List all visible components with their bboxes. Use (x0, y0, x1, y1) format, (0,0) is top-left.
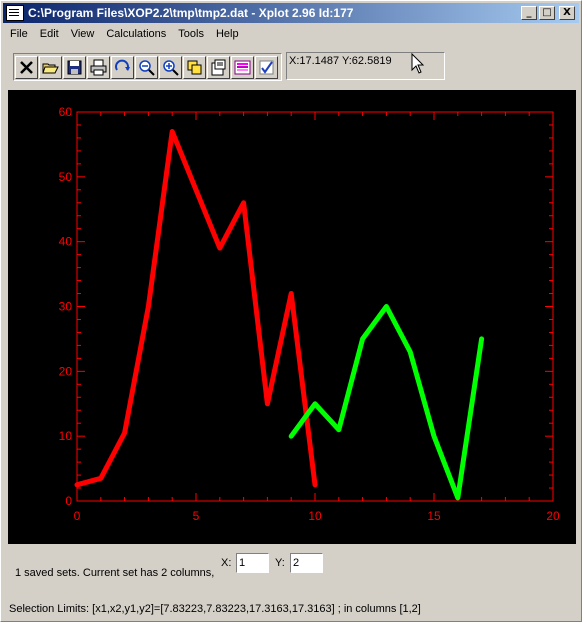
minimize-button[interactable]: _ (521, 6, 537, 20)
x-tick-label: 10 (308, 509, 322, 523)
menu-file[interactable]: File (4, 25, 34, 43)
close-icon (20, 60, 33, 74)
paste-settings-icon (211, 59, 226, 75)
mouse-cursor-icon (411, 53, 425, 74)
series-line-2 (288, 304, 485, 501)
x-tick-label: 15 (427, 509, 441, 523)
check-icon (259, 60, 274, 74)
x-tick-label: 20 (546, 509, 560, 523)
menu-bar: File Edit View Calculations Tools Help (4, 25, 245, 43)
window-controls: _ □ X (519, 6, 575, 20)
y-tick-label: 60 (59, 105, 73, 119)
title-bar[interactable]: C:\Program Files\XOP2.2\tmp\tmp2.dat - X… (3, 3, 579, 23)
y-tick-label: 0 (65, 494, 72, 508)
paste-settings-button[interactable] (207, 55, 230, 79)
y-column-field[interactable]: 2 (290, 553, 323, 573)
x-tick-label: 5 (193, 509, 200, 523)
check-button[interactable] (255, 55, 278, 79)
selection-limits: Selection Limits: [x1,x2,y1,y2]=[7.83223… (9, 603, 421, 615)
save-icon (67, 60, 82, 74)
x-tick-label: 0 (74, 509, 81, 523)
y-tick-label: 10 (59, 429, 73, 443)
menu-view[interactable]: View (65, 25, 101, 43)
menu-help[interactable]: Help (210, 25, 245, 43)
menu-calculations[interactable]: Calculations (100, 25, 172, 43)
close-button[interactable]: X (559, 6, 575, 20)
series-line-1 (74, 129, 318, 488)
close-button[interactable] (15, 55, 38, 79)
y-tick-label: 40 (59, 235, 73, 249)
palette-button[interactable] (231, 55, 254, 79)
save-button[interactable] (63, 55, 86, 79)
open-button[interactable] (39, 55, 62, 79)
x-column-field[interactable]: 1 (236, 553, 269, 573)
y-tick-label: 50 (59, 170, 73, 184)
zoom-out-icon (139, 59, 155, 76)
zoom-in-icon (163, 59, 179, 76)
maximize-button[interactable]: □ (539, 6, 555, 20)
redraw-icon (115, 59, 130, 71)
print-button[interactable] (87, 55, 110, 79)
open-folder-icon (42, 63, 59, 73)
copy-icon (187, 60, 202, 74)
zoom-out-button[interactable] (135, 55, 158, 79)
window-title: C:\Program Files\XOP2.2\tmp\tmp2.dat - X… (28, 6, 354, 20)
x-column-label: X: (221, 557, 232, 569)
redraw-button[interactable] (111, 55, 134, 79)
sets-status: 1 saved sets. Current set has 2 columns, (15, 567, 215, 579)
y-tick-label: 30 (59, 300, 73, 314)
plot-area[interactable]: 0 5 10 15 20 0 10 20 30 40 50 60 (8, 90, 576, 544)
menu-tools[interactable]: Tools (172, 25, 210, 43)
menu-edit[interactable]: Edit (34, 25, 65, 43)
print-icon (90, 59, 107, 75)
toolbar (13, 53, 282, 81)
y-tick-label: 20 (59, 364, 73, 378)
line-chart[interactable]: 0 5 10 15 20 0 10 20 30 40 50 60 (8, 90, 576, 544)
y-column-label: Y: (275, 557, 285, 569)
app-icon[interactable] (6, 5, 24, 21)
app-window: C:\Program Files\XOP2.2\tmp\tmp2.dat - X… (0, 0, 582, 622)
copy-button[interactable] (183, 55, 206, 79)
palette-icon (234, 60, 251, 74)
zoom-in-button[interactable] (159, 55, 182, 79)
